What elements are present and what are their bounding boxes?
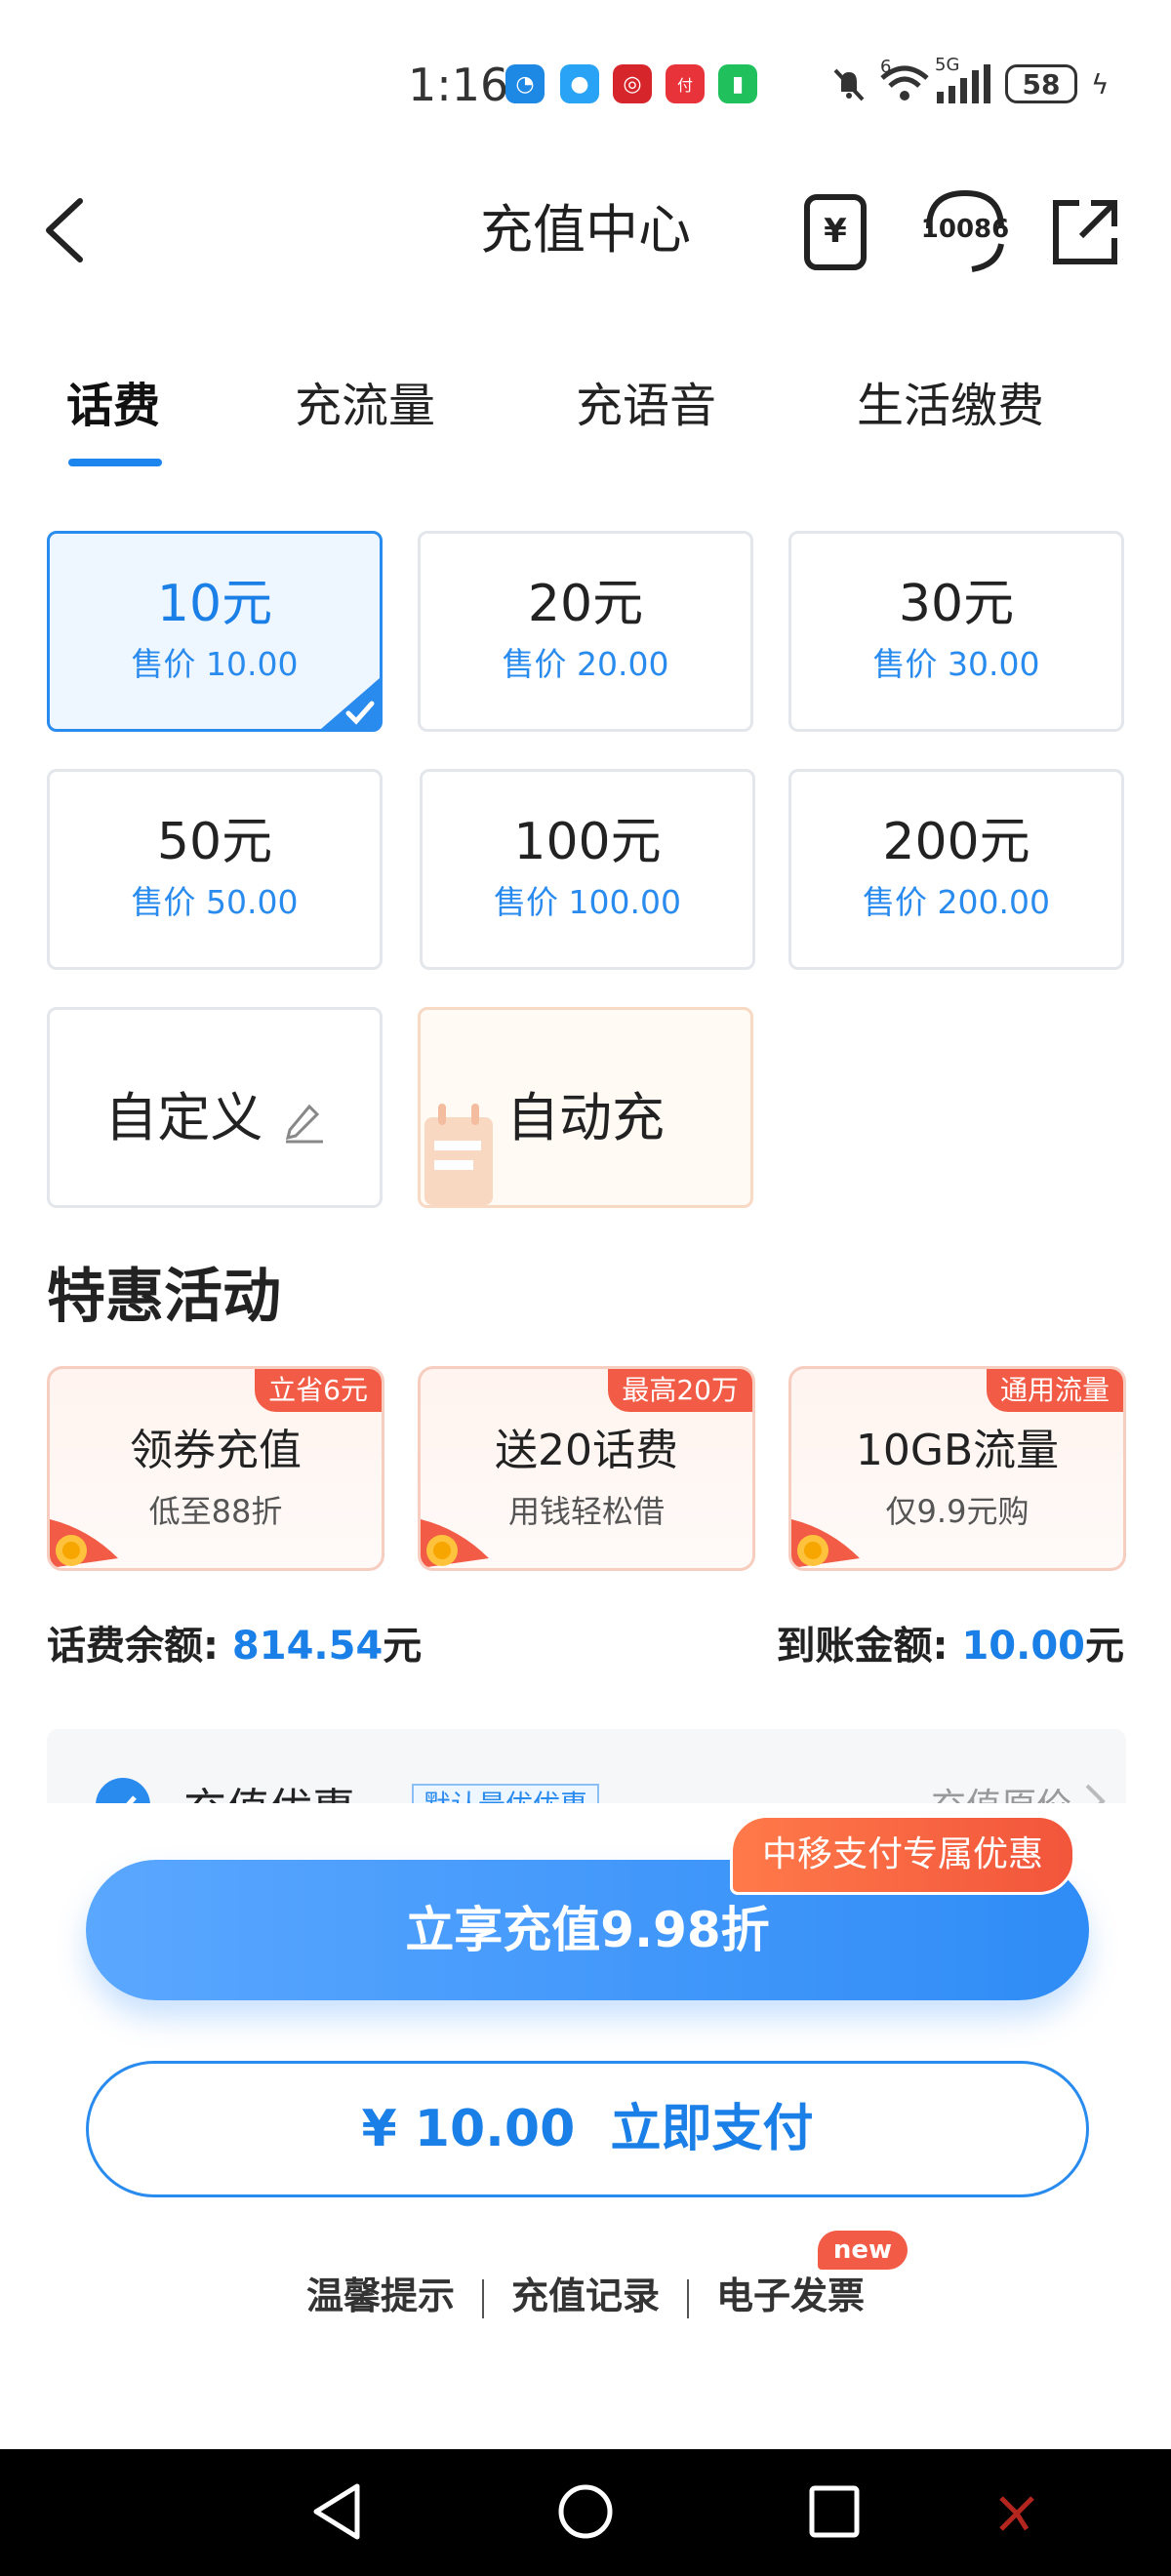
coin-icon <box>50 1519 118 1568</box>
amount-price: 售价 200.00 <box>863 883 1050 921</box>
pencil-icon <box>285 1105 323 1144</box>
system-nav-bar <box>0 2449 1171 2576</box>
promo-tag: 最高20万 <box>608 1369 752 1412</box>
signal-icon: 5G <box>935 55 993 105</box>
nav-home-icon[interactable] <box>556 2480 615 2543</box>
status-time: 1:16 <box>408 59 509 111</box>
amount-card-50[interactable]: 50元 售价 50.00 <box>47 769 383 970</box>
discount-badge: 默认最优优惠 <box>412 1784 600 1803</box>
pay-amount: ¥ 10.00 <box>361 2100 576 2158</box>
wifi-icon: 6 <box>878 57 931 105</box>
divider <box>687 2278 689 2318</box>
auto-recharge-label: 自动充 <box>506 1087 665 1148</box>
promo-card-coupon[interactable]: 立省6元 领券充值 低至88折 <box>47 1366 384 1571</box>
balance-label: 话费余额: <box>47 1624 232 1669</box>
pay-now-button[interactable]: ¥ 10.00 立即支付 <box>86 2061 1089 2197</box>
svg-text:¥: ¥ <box>824 212 847 251</box>
phone-balance: 话费余额: 814.54元 <box>47 1614 422 1670</box>
checked-circle-icon <box>96 1778 150 1803</box>
pay-label: 立即支付 <box>610 2100 814 2158</box>
amount-value: 20元 <box>527 575 644 633</box>
amount-price: 售价 100.00 <box>494 883 681 921</box>
amount-value: 100元 <box>513 813 662 871</box>
amount-price: 售价 20.00 <box>502 645 669 683</box>
chevron-left-icon <box>46 198 83 262</box>
promo-card-data[interactable]: 通用流量 10GB流量 仅9.9元购 <box>788 1366 1126 1571</box>
recharge-discount-row[interactable]: 充值优惠 默认最优优惠 充值原价 <box>47 1729 1126 1803</box>
divider <box>481 2278 484 2318</box>
arrival-value: 10.00 <box>961 1624 1085 1669</box>
e-invoice-link[interactable]: 电子发票 <box>716 2274 865 2317</box>
amount-price: 售价 50.00 <box>131 883 299 921</box>
bill-button[interactable]: ¥ <box>787 185 884 279</box>
app-notification-icon: ◔ <box>505 64 545 103</box>
nav-back-icon[interactable] <box>308 2480 367 2543</box>
coin-icon <box>421 1519 489 1568</box>
amount-value: 10元 <box>156 575 273 633</box>
promo-title: 10GB流量 <box>855 1426 1060 1475</box>
tab-utilities[interactable]: 生活缴费 <box>857 367 1044 445</box>
back-button[interactable] <box>39 191 98 269</box>
custom-amount-card[interactable]: 自定义 <box>47 1007 383 1208</box>
share-icon <box>1053 200 1117 264</box>
amount-price: 售价 30.00 <box>872 645 1040 683</box>
new-badge: new <box>818 2231 908 2270</box>
footer-links: 温馨提示 充值记录 电子发票 <box>0 2266 1171 2319</box>
service-number: 10086 <box>920 215 1010 244</box>
chat-notification-icon: ● <box>560 64 599 103</box>
pay-notification-icon: 付 <box>666 64 705 103</box>
promo-tag: 立省6元 <box>255 1369 382 1412</box>
custom-amount-text: 自定义 <box>104 1087 263 1148</box>
arrival-unit: 元 <box>1085 1624 1124 1669</box>
tab-phone-bill[interactable]: 话费 <box>66 367 160 445</box>
amount-card-100[interactable]: 100元 售价 100.00 <box>420 769 755 970</box>
arrival-label: 到账金额: <box>776 1624 962 1669</box>
phone-bill-icon: ¥ <box>804 194 867 270</box>
promo-title: 送20话费 <box>495 1426 678 1475</box>
selected-check-icon <box>321 678 380 729</box>
amount-card-10[interactable]: 10元 售价 10.00 <box>47 531 383 732</box>
exclusive-offer-badge: 中移支付专属优惠 <box>730 1815 1076 1895</box>
watermark-logo-icon <box>999 2496 1034 2531</box>
amount-value: 30元 <box>898 575 1015 633</box>
recharge-history-link[interactable]: 充值记录 <box>511 2274 660 2317</box>
section-title: 特惠活动 <box>47 1263 281 1331</box>
tab-data[interactable]: 充流量 <box>295 367 435 445</box>
bank-notification-icon: ◎ <box>613 64 652 103</box>
active-tab-indicator <box>68 459 162 466</box>
promo-tag: 通用流量 <box>986 1369 1123 1412</box>
custom-amount-label: 自定义 <box>50 1074 380 1151</box>
amount-card-200[interactable]: 200元 售价 200.00 <box>788 769 1124 970</box>
balance-value: 814.54 <box>231 1624 384 1669</box>
amount-card-30[interactable]: 30元 售价 30.00 <box>788 531 1124 732</box>
customer-service-button[interactable]: 10086 <box>911 185 1019 279</box>
amount-value: 200元 <box>882 813 1030 871</box>
battery-indicator: 58 <box>1005 64 1077 103</box>
tips-link[interactable]: 温馨提示 <box>306 2274 455 2317</box>
amount-value: 50元 <box>156 813 273 871</box>
share-button[interactable] <box>1036 185 1134 279</box>
discount-original-price: 充值原价 <box>931 1778 1071 1803</box>
auto-recharge-card[interactable]: 自动充 <box>418 1007 753 1208</box>
green-app-notification-icon: ▮ <box>718 64 757 103</box>
balance-unit: 元 <box>383 1624 423 1669</box>
coin-icon <box>791 1519 860 1568</box>
chevron-right-icon <box>1085 1784 1106 1803</box>
promo-card-loan[interactable]: 最高20万 送20话费 用钱轻松借 <box>418 1366 755 1571</box>
discount-title: 充值优惠 <box>183 1774 355 1803</box>
tab-voice[interactable]: 充语音 <box>576 367 716 445</box>
arrival-amount: 到账金额: 10.00元 <box>777 1614 1124 1670</box>
network-label: 5G <box>935 55 960 75</box>
amount-card-20[interactable]: 20元 售价 20.00 <box>418 531 753 732</box>
promo-title: 领券充值 <box>130 1426 302 1475</box>
wifi-label: 6 <box>880 57 892 77</box>
mute-icon <box>829 62 868 105</box>
status-bar: 1:16 ◔ ● ◎ 付 ▮ 6 5G 58 ϟ <box>0 0 1171 146</box>
charging-icon: ϟ <box>1091 67 1110 101</box>
nav-recent-apps-icon[interactable] <box>804 2480 863 2543</box>
